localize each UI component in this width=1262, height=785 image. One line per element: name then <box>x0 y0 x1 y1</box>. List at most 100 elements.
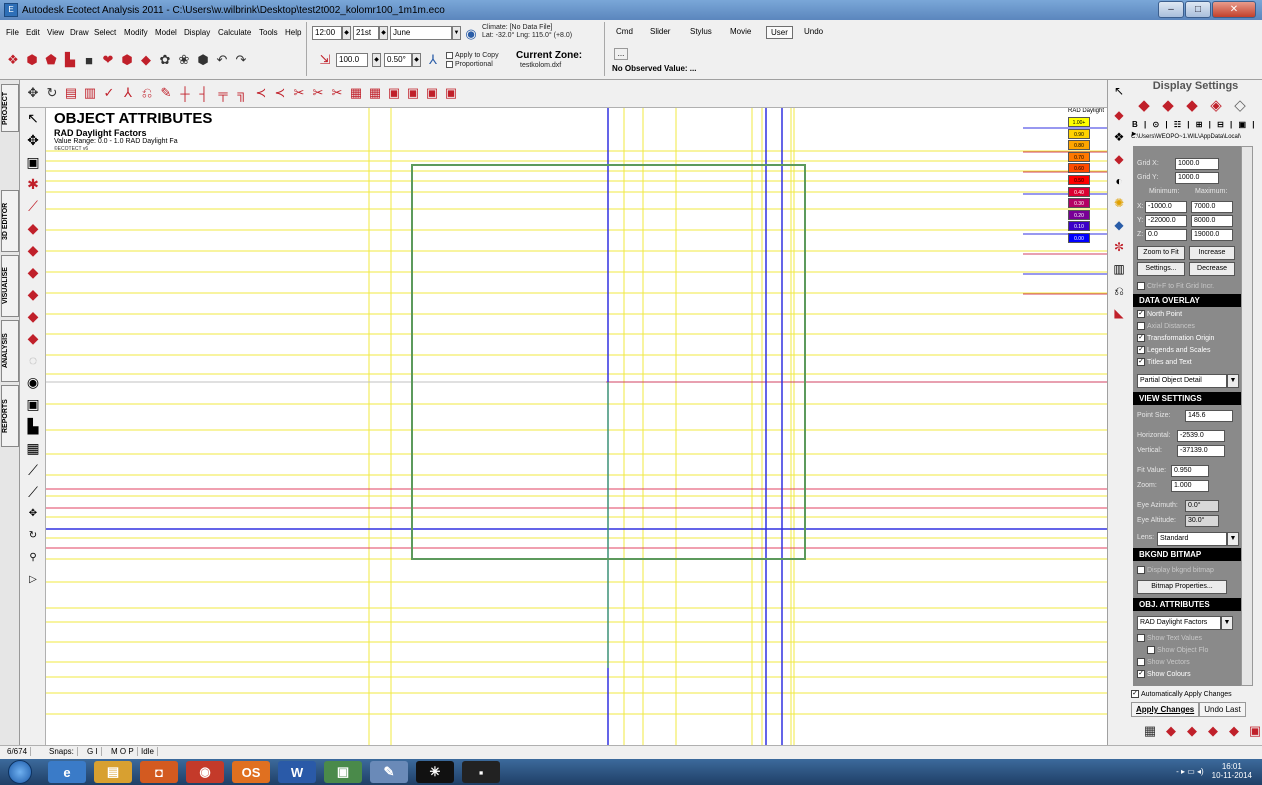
month-select[interactable]: June <box>390 26 452 40</box>
right-grid-icon[interactable]: ◆ <box>1110 216 1128 234</box>
menu-modify[interactable]: Modify <box>124 28 148 37</box>
panel-scrollbar[interactable] <box>1241 146 1253 686</box>
lens-select[interactable]: Standard <box>1157 532 1227 546</box>
frame3-icon[interactable]: ▣ <box>423 84 441 102</box>
cut2-icon[interactable]: ✂ <box>309 84 327 102</box>
window-titlebar[interactable]: Autodesk Ecotect Analysis 2011 - C:\User… <box>0 0 1262 20</box>
grid-icon[interactable]: ▤ <box>62 84 80 102</box>
menu-draw[interactable]: Draw <box>70 28 89 37</box>
tab-3d-editor[interactable]: 3D EDITOR <box>1 190 19 252</box>
app-icon[interactable]: E <box>4 3 18 17</box>
overlay-check[interactable]: ✓ Transformation Origin <box>1137 334 1214 342</box>
tool-heart-icon[interactable]: ❤ <box>99 51 117 69</box>
panel-bottom-report-icon[interactable]: ▣ <box>1246 722 1262 740</box>
mode-tab-user[interactable]: User <box>766 26 793 39</box>
section-obj-attributes[interactable]: OBJ. ATTRIBUTES <box>1133 598 1241 611</box>
attribute-check[interactable]: Show Vectors <box>1137 658 1190 666</box>
axis-tool-icon[interactable]: ⅄ <box>119 84 137 102</box>
right-pointer-icon[interactable]: ↖ <box>1110 82 1128 100</box>
attribute-check[interactable]: Show Text Values <box>1137 634 1202 642</box>
section-data-overlay[interactable]: DATA OVERLAY <box>1133 294 1241 307</box>
mode-tab-cmd[interactable]: Cmd <box>612 26 637 37</box>
menu-file[interactable]: File <box>6 28 19 37</box>
cut3-icon[interactable]: ✂ <box>328 84 346 102</box>
close-button[interactable]: ✕ <box>1212 1 1256 18</box>
frame2-icon[interactable]: ▣ <box>404 84 422 102</box>
menu-tools[interactable]: Tools <box>259 28 278 37</box>
angle2-icon[interactable]: ≺ <box>271 84 289 102</box>
right-object-icon[interactable]: ◆ <box>1110 106 1128 124</box>
pointer-icon[interactable]: ↖ <box>23 108 43 128</box>
panel-bottom-zone-icon[interactable]: ◆ <box>1183 722 1201 740</box>
floor-icon[interactable]: ◆ <box>23 240 43 260</box>
task-word-icon[interactable]: W <box>278 761 316 783</box>
eye-altitude-field[interactable]: 30.0° <box>1185 515 1219 527</box>
task-ie-icon[interactable]: e <box>48 761 86 783</box>
panel-tab-materials-icon[interactable]: ◆ <box>1182 96 1202 116</box>
tool-save-icon[interactable]: ⬟ <box>42 51 60 69</box>
maximize-button[interactable]: □ <box>1185 1 1211 18</box>
percent-spinner[interactable]: ◆ <box>372 53 381 67</box>
apply-copy-check[interactable]: Apply to Copy <box>446 52 499 59</box>
angle-icon[interactable]: ≺ <box>252 84 270 102</box>
right-rays-icon[interactable]: ✼ <box>1110 238 1128 256</box>
y-max-field[interactable]: 8000.0 <box>1191 215 1233 227</box>
task-paint-icon[interactable]: ✎ <box>370 761 408 783</box>
point-size-field[interactable]: 145.6 <box>1185 410 1233 422</box>
window-tool-icon[interactable]: ◆ <box>23 306 43 326</box>
vertical-field[interactable]: -37139.0 <box>1177 445 1225 457</box>
panel-tab-display-icon[interactable]: ◇ <box>1230 96 1250 116</box>
tool-new-icon[interactable]: ❖ <box>4 51 22 69</box>
zigzag-icon[interactable]: ⟋ <box>23 460 43 480</box>
roof-icon[interactable]: ◆ <box>23 262 43 282</box>
stairs-icon[interactable]: ▙ <box>23 416 43 436</box>
mode-tab-stylus[interactable]: Stylus <box>686 26 716 37</box>
panel-tab-zones-icon[interactable]: ◆ <box>1158 96 1178 116</box>
tab-reports[interactable]: REPORTS <box>1 385 19 447</box>
horizontal-field[interactable]: -2539.0 <box>1177 430 1225 442</box>
attribute-check[interactable]: Show Object Flo <box>1147 646 1208 654</box>
detail-select[interactable]: Partial Object Detail <box>1137 374 1227 388</box>
tool-shape-icon[interactable]: ⬢ <box>118 51 136 69</box>
zoom-icon[interactable]: ⚲ <box>23 548 43 568</box>
move-icon[interactable]: ✥ <box>24 84 42 102</box>
asterisk-icon[interactable]: ✱ <box>23 174 43 194</box>
grid-y-field[interactable]: 1000.0 <box>1175 172 1219 184</box>
observed-more-button[interactable]: ... <box>614 48 628 60</box>
bitmap-properties-button[interactable]: Bitmap Properties... <box>1137 580 1227 594</box>
plane-icon[interactable]: ◆ <box>23 218 43 238</box>
menu-view[interactable]: View <box>47 28 64 37</box>
right-material-icon[interactable]: ❖ <box>1110 128 1128 146</box>
panel-icon[interactable]: ▦ <box>347 84 365 102</box>
menu-display[interactable]: Display <box>184 28 210 37</box>
overlay-check[interactable]: ✓ North Point <box>1137 310 1182 318</box>
corner-icon[interactable]: ╗ <box>233 84 251 102</box>
display-bitmap-check[interactable]: Display bkgnd bitmap <box>1137 566 1214 574</box>
proportional-check[interactable]: Proportional <box>446 61 493 68</box>
decrease-button[interactable]: Decrease <box>1189 262 1235 276</box>
overlay-check[interactable]: Axial Distances <box>1137 322 1195 330</box>
step-field[interactable]: 0.50° <box>384 53 412 67</box>
detail-select-arrow[interactable]: ▼ <box>1227 374 1239 388</box>
panel2-icon[interactable]: ▦ <box>366 84 384 102</box>
tool-zone-icon[interactable]: ▙ <box>61 51 79 69</box>
right-tree-icon[interactable]: ⎌ <box>1110 282 1128 300</box>
month-dropdown[interactable]: ▼ <box>452 26 461 40</box>
task-app-icon[interactable]: ▣ <box>324 761 362 783</box>
x-min-field[interactable]: -1000.0 <box>1145 201 1187 213</box>
check-icon[interactable]: ✓ <box>100 84 118 102</box>
mode-tab-undo[interactable]: Undo <box>800 26 827 37</box>
tray-icons[interactable]: - ▸ ▭ ◂) <box>1176 767 1204 776</box>
right-zone-icon[interactable]: ◆ <box>1110 150 1128 168</box>
menu-model[interactable]: Model <box>155 28 177 37</box>
axis-icon[interactable]: ⅄ <box>424 51 442 69</box>
play-icon[interactable]: ▷ <box>23 570 43 590</box>
speaker-icon[interactable]: ◉ <box>23 372 43 392</box>
overlay-check[interactable]: ✓ Legends and Scales <box>1137 346 1210 354</box>
grid-x-field[interactable]: 1000.0 <box>1175 158 1219 170</box>
cross-icon[interactable]: ┼ <box>176 84 194 102</box>
right-sun-icon[interactable]: ✺ <box>1110 194 1128 212</box>
right-trash-icon[interactable]: ▥ <box>1110 260 1128 278</box>
eye-azimuth-field[interactable]: 0.0° <box>1185 500 1219 512</box>
auto-apply-check[interactable]: ✓ Automatically Apply Changes <box>1131 690 1232 698</box>
